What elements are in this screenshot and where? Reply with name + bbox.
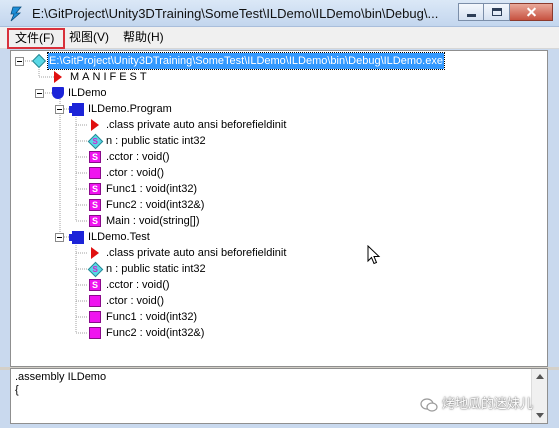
maximize-button[interactable]: [484, 3, 510, 21]
tree-root-label: E:\GitProject\Unity3DTraining\SomeTest\I…: [47, 52, 445, 70]
collapse-toggle[interactable]: [15, 57, 24, 66]
member-label: n : public static int32: [106, 263, 206, 275]
tree-namespace-node[interactable]: ILDemo: [11, 85, 311, 101]
tree-root-node[interactable]: E:\GitProject\Unity3DTraining\SomeTest\I…: [11, 52, 547, 70]
title-bar[interactable]: E:\GitProject\Unity3DTraining\SomeTest\I…: [0, 0, 559, 27]
minimize-icon: [466, 13, 476, 17]
tree-class-node[interactable]: ILDemo.Test: [11, 229, 311, 245]
method-icon: [89, 311, 101, 323]
manifest-triangle-icon: [54, 71, 62, 83]
collapse-toggle[interactable]: [55, 233, 64, 242]
member-label: Main : void(string[]): [106, 215, 200, 227]
tree-member-node[interactable]: S Func2 : void(int32&): [11, 197, 411, 213]
scroll-up-icon[interactable]: [536, 374, 544, 379]
tree-member-node[interactable]: .ctor : void(): [11, 293, 411, 309]
menu-view[interactable]: 视图(V): [66, 30, 112, 47]
tree-member-node[interactable]: .ctor : void(): [11, 165, 411, 181]
wechat-icon: [420, 397, 438, 412]
vertical-scrollbar[interactable]: [531, 369, 547, 423]
tree-member-node[interactable]: Func1 : void(int32): [11, 309, 411, 325]
manifest-label: MANIFEST: [70, 71, 150, 83]
module-diamond-icon: [31, 53, 47, 69]
tree-manifest-node[interactable]: MANIFEST: [11, 69, 311, 85]
collapse-toggle[interactable]: [35, 89, 44, 98]
member-label: .cctor : void(): [106, 151, 170, 163]
info-line: .assembly ILDemo: [15, 371, 107, 383]
scroll-down-icon[interactable]: [536, 413, 544, 418]
static-method-icon: S: [89, 151, 101, 163]
member-label: Func1 : void(int32): [106, 183, 198, 195]
member-label: .class private auto ansi beforefieldinit: [106, 247, 287, 259]
static-field-icon: S: [87, 261, 104, 278]
tree-member-node[interactable]: S .cctor : void(): [11, 277, 411, 293]
watermark: 烤地瓜的迷妹儿: [420, 393, 533, 413]
class-icon: [69, 103, 84, 116]
collapse-toggle[interactable]: [55, 105, 64, 114]
member-label: Func2 : void(int32&): [106, 199, 205, 211]
class-label: ILDemo.Test: [88, 231, 150, 243]
menu-file[interactable]: 文件(F): [7, 28, 65, 49]
close-button[interactable]: [510, 3, 553, 21]
ildasm-lightning-icon: [10, 6, 22, 22]
tree-member-node[interactable]: S .cctor : void(): [11, 149, 411, 165]
tree-member-node[interactable]: Func2 : void(int32&): [11, 325, 411, 341]
member-label: Func1 : void(int32): [106, 311, 198, 323]
menu-bar: 文件(F) 视图(V) 帮助(H): [0, 27, 559, 49]
class-info-triangle-icon: [91, 247, 99, 259]
member-label: .ctor : void(): [106, 167, 165, 179]
method-icon: [89, 327, 101, 339]
member-label: n : public static int32: [106, 135, 206, 147]
method-icon: [89, 167, 101, 179]
watermark-text: 烤地瓜的迷妹儿: [442, 396, 534, 411]
member-label: Func2 : void(int32&): [106, 327, 205, 339]
static-field-icon: S: [87, 133, 104, 150]
namespace-label: ILDemo: [68, 87, 107, 99]
class-label: ILDemo.Program: [88, 103, 172, 115]
member-label: .class private auto ansi beforefieldinit: [106, 119, 287, 131]
window-title: E:\GitProject\Unity3DTraining\SomeTest\I…: [32, 6, 439, 21]
static-method-icon: S: [89, 183, 101, 195]
tree-member-node[interactable]: S n : public static int32: [11, 261, 411, 278]
tree-member-node[interactable]: .class private auto ansi beforefieldinit: [11, 117, 411, 133]
method-icon: [89, 295, 101, 307]
tree-class-node[interactable]: ILDemo.Program: [11, 101, 311, 117]
member-label: .ctor : void(): [106, 295, 165, 307]
tree-member-node[interactable]: .class private auto ansi beforefieldinit: [11, 245, 411, 261]
member-label: .cctor : void(): [106, 279, 170, 291]
mouse-cursor-icon: [367, 245, 381, 265]
static-method-icon: S: [89, 215, 101, 227]
static-method-icon: S: [89, 279, 101, 291]
maximize-icon: [491, 8, 502, 16]
static-method-icon: S: [89, 199, 101, 211]
class-info-triangle-icon: [91, 119, 99, 131]
minimize-button[interactable]: [458, 3, 484, 21]
info-line: {: [15, 384, 19, 396]
menu-help[interactable]: 帮助(H): [120, 30, 167, 47]
tree-member-node[interactable]: S Func1 : void(int32): [11, 181, 411, 197]
namespace-shield-icon: [52, 87, 64, 99]
window-controls: [458, 3, 553, 21]
tree-view[interactable]: E:\GitProject\Unity3DTraining\SomeTest\I…: [10, 50, 548, 367]
tree-member-node[interactable]: S Main : void(string[]): [11, 213, 411, 229]
tree-member-node[interactable]: S n : public static int32: [11, 133, 411, 150]
class-icon: [69, 231, 84, 244]
